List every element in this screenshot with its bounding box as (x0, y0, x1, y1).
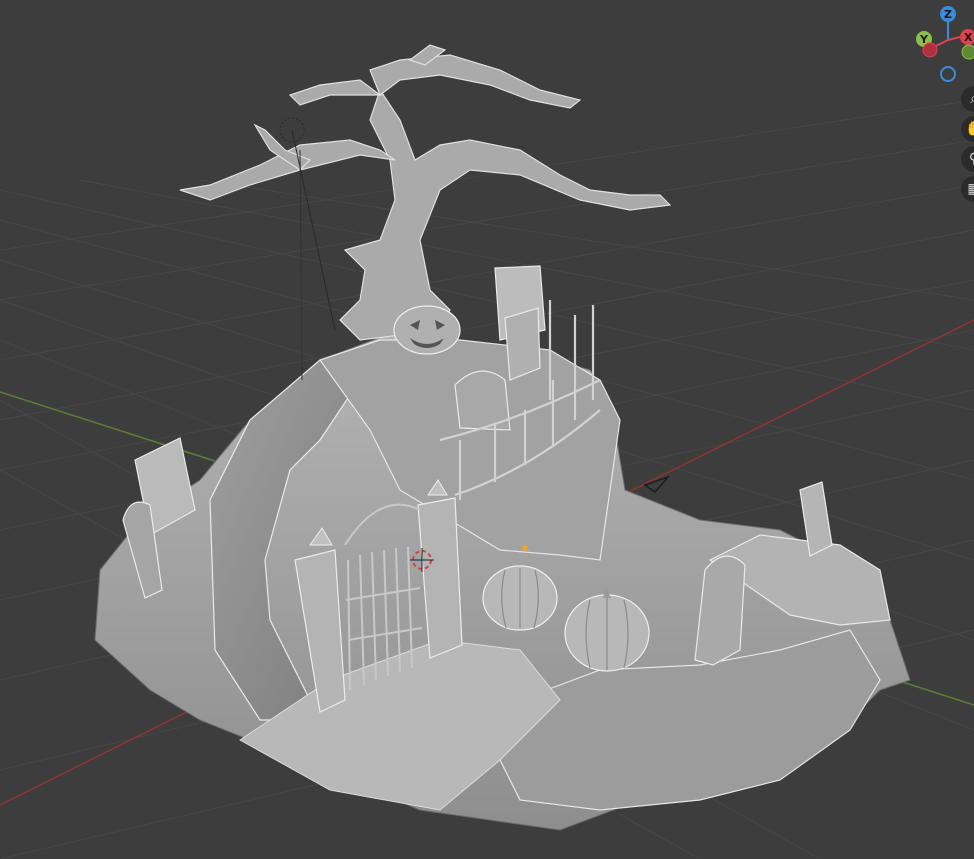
dead-tree (179, 44, 672, 341)
pumpkin-left (482, 565, 558, 631)
3d-viewport[interactable]: Z Y X ⌕ ✋ ⚲ ▦ (0, 0, 974, 859)
gizmo-neg-z-icon[interactable] (940, 66, 956, 82)
gizmo-neg-y-icon[interactable] (961, 44, 974, 60)
graveyard-model[interactable] (94, 44, 911, 831)
gizmo-neg-x-icon[interactable] (922, 42, 938, 58)
jack-o-lantern (393, 305, 461, 355)
viewport-canvas[interactable]: Z Y X (0, 0, 974, 859)
tombstone-mid (504, 307, 541, 381)
object-origin-dot (522, 545, 528, 551)
navigation-gizmo[interactable]: Z Y X (916, 6, 974, 82)
gizmo-z-label: Z (944, 8, 952, 21)
gizmo-x-label: X (964, 31, 973, 44)
camera-object[interactable] (643, 475, 671, 494)
